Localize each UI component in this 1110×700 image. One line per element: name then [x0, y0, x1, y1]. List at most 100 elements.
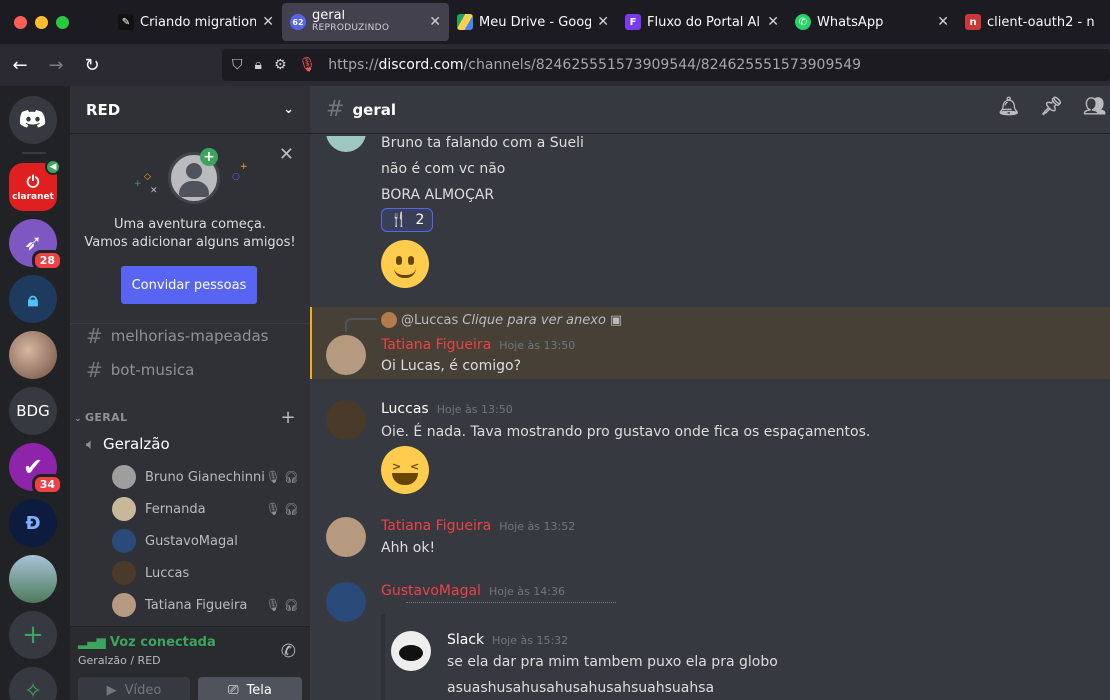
- reply-reference[interactable]: @Luccas Clique para ver anexo ▣: [381, 312, 622, 328]
- voice-status: ▂▄▆ Voz conectada: [78, 635, 216, 650]
- invite-card: ✕ + ◇ ✕ ○ + + Uma aventura começa. Vamos…: [70, 134, 310, 324]
- message-text: Oie. É nada. Tava mostrando pro gustavo …: [381, 424, 871, 440]
- server-photo[interactable]: [9, 331, 57, 379]
- voice-user[interactable]: Tatiana Figueira 🎙︎🎧︎: [112, 590, 302, 620]
- add-server-button[interactable]: +: [9, 611, 57, 659]
- browser-tab-notion[interactable]: ✎ Criando migration ✕: [110, 0, 282, 44]
- browser-tab-whatsapp[interactable]: ✆ WhatsApp ✕: [787, 0, 957, 44]
- minimize-window-button[interactable]: [35, 15, 48, 29]
- server-diablo[interactable]: Ɖ: [9, 499, 57, 547]
- browser-toolbar: ← → ↻ ⛉ 🔒︎ ⚙ 🎙︎ https://discord.com/chan…: [0, 44, 1110, 86]
- close-tab-icon[interactable]: ✕: [429, 14, 441, 30]
- avatar[interactable]: [326, 582, 366, 622]
- server-bdg[interactable]: BDG: [9, 387, 57, 435]
- forward-arrow-icon[interactable]: →: [38, 55, 74, 76]
- voice-user[interactable]: Fernanda 🎙︎🎧︎: [112, 494, 302, 524]
- message-text: não é com vc não: [381, 161, 506, 177]
- members-icon[interactable]: 👥︎: [1083, 96, 1106, 117]
- reply-connector: [345, 318, 377, 332]
- message-author[interactable]: Tatiana Figueira Hoje às 13:52: [381, 518, 575, 534]
- avatar: [381, 312, 397, 328]
- message-text: asuashusahusahusahusahsuahsuahsa: [447, 680, 715, 696]
- sparkle-icon: +: [134, 179, 142, 189]
- close-window-button[interactable]: [14, 15, 27, 29]
- chevron-down-icon: ⌄: [283, 102, 294, 117]
- channel-bot-musica[interactable]: # bot-musica: [78, 354, 302, 386]
- signal-icon: ▂▄▆: [78, 635, 110, 649]
- voice-user[interactable]: Bruno Gianechinni 🎙︎🎧︎: [112, 462, 302, 492]
- loading-placeholder: [406, 602, 616, 603]
- video-button[interactable]: ▶ Vídeo: [78, 677, 190, 700]
- voice-connection-panel: ▂▄▆ Voz conectada Geralzão / RED ✆ ▶ Víde…: [70, 626, 310, 700]
- browser-tab-npm[interactable]: n client-oauth2 - n: [957, 0, 1110, 44]
- lock-icon[interactable]: 🔒︎: [255, 57, 262, 73]
- microphone-icon[interactable]: 🎙︎: [299, 57, 317, 73]
- avatar[interactable]: [326, 400, 366, 440]
- close-tab-icon[interactable]: ✕: [937, 14, 949, 30]
- voice-user[interactable]: Luccas: [112, 558, 302, 588]
- voice-user[interactable]: GustavoMagal: [112, 526, 302, 556]
- screen-share-button[interactable]: ⎚ Tela: [198, 677, 302, 700]
- message-author[interactable]: GustavoMagal Hoje às 14:36: [381, 583, 565, 599]
- server-landscape[interactable]: [9, 555, 57, 603]
- close-tab-icon[interactable]: ✕: [597, 14, 609, 30]
- close-tab-icon[interactable]: ✕: [767, 14, 779, 30]
- browser-tab-figma[interactable]: F Fluxo do Portal Al ✕: [617, 0, 787, 44]
- google-drive-icon: [457, 14, 473, 30]
- pin-icon[interactable]: 📌︎: [1040, 96, 1063, 117]
- server-claranet[interactable]: ⏻ claranet ◀: [9, 159, 61, 211]
- category-geral[interactable]: ⌄ GERAL +: [74, 407, 304, 428]
- create-channel-icon[interactable]: +: [281, 407, 296, 428]
- avatar: [112, 561, 136, 585]
- embed-border: [381, 614, 385, 700]
- server-rocket[interactable]: ➶ 28: [9, 219, 63, 271]
- channel-melhorias-mapeadas[interactable]: # melhorias-mapeadas: [78, 320, 302, 352]
- server-lock[interactable]: 🔒︎: [9, 275, 57, 323]
- hash-icon: #: [86, 324, 103, 348]
- message-author[interactable]: Luccas Hoje às 13:50: [381, 401, 513, 417]
- url-field[interactable]: ⛉ 🔒︎ ⚙ 🎙︎ https://discord.com/channels/8…: [222, 49, 1110, 81]
- message-text: BORA ALMOÇAR: [381, 187, 495, 203]
- image-icon: ▣: [609, 312, 623, 328]
- discord-logo-icon: [20, 110, 46, 128]
- guild-header[interactable]: RED ⌄: [70, 86, 310, 134]
- channel-sidebar: RED ⌄ ✕ + ◇ ✕ ○ + + Uma aventura começa.…: [70, 86, 310, 700]
- sparkle-icon: ✕: [150, 186, 158, 196]
- avatar[interactable]: [326, 517, 366, 557]
- explore-servers-icon[interactable]: ✧: [9, 667, 57, 700]
- avatar[interactable]: [391, 631, 431, 671]
- voice-channel-geralzao[interactable]: 🔈︎ Geralzão: [78, 429, 302, 459]
- reaction-button[interactable]: 🍴 2: [381, 208, 434, 232]
- server-check[interactable]: ✔ 34: [9, 443, 63, 495]
- diablo-logo-icon: Ɖ: [25, 512, 41, 534]
- shield-icon[interactable]: ⛉: [232, 57, 243, 73]
- window-controls: [0, 15, 110, 29]
- camera-icon: ▶: [106, 682, 117, 698]
- speaker-icon: ◀: [45, 159, 61, 175]
- message-author[interactable]: Slack Hoje às 15:32: [447, 632, 568, 648]
- close-icon[interactable]: ✕: [279, 144, 294, 165]
- muted-deafened-icon: 🎙︎🎧︎: [265, 470, 302, 484]
- message-text: se ela dar pra mim tambem puxo ela pra g…: [447, 654, 778, 670]
- smiley-emoji-icon: [381, 240, 429, 288]
- message-text: Oi Lucas, é comigo?: [381, 358, 521, 374]
- muted-deafened-icon: 🎙︎🎧︎: [265, 598, 302, 612]
- discord-home-button[interactable]: [9, 96, 57, 144]
- chevron-down-icon: ⌄: [74, 414, 82, 424]
- channel-header: # geral 🔔︎ 📌︎ 👥︎: [310, 86, 1110, 134]
- disconnect-call-icon[interactable]: ✆: [281, 641, 296, 662]
- browser-tab-discord[interactable]: 62 geral REPRODUZINDO ✕: [282, 3, 449, 41]
- reload-icon[interactable]: ↻: [74, 55, 110, 76]
- permissions-icon[interactable]: ⚙: [274, 57, 287, 73]
- maximize-window-button[interactable]: [56, 15, 69, 29]
- browser-tab-drive[interactable]: Meu Drive - Googl ✕: [449, 0, 617, 44]
- invite-people-button[interactable]: Convidar pessoas: [121, 266, 257, 304]
- padlock-icon: 🔒︎: [27, 287, 39, 311]
- hash-icon: #: [86, 358, 103, 382]
- close-tab-icon[interactable]: ✕: [262, 14, 274, 30]
- avatar: [112, 529, 136, 553]
- avatar[interactable]: [326, 335, 366, 375]
- bell-icon[interactable]: 🔔︎: [997, 96, 1020, 117]
- back-arrow-icon[interactable]: ←: [2, 55, 38, 76]
- message-author[interactable]: Tatiana Figueira Hoje às 13:50: [381, 337, 575, 353]
